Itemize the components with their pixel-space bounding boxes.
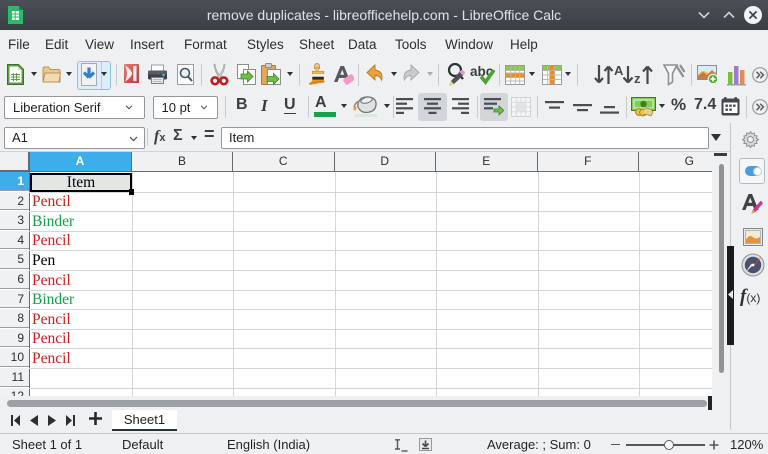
- svg-text:z: z: [634, 71, 641, 86]
- svg-text:A: A: [614, 63, 624, 78]
